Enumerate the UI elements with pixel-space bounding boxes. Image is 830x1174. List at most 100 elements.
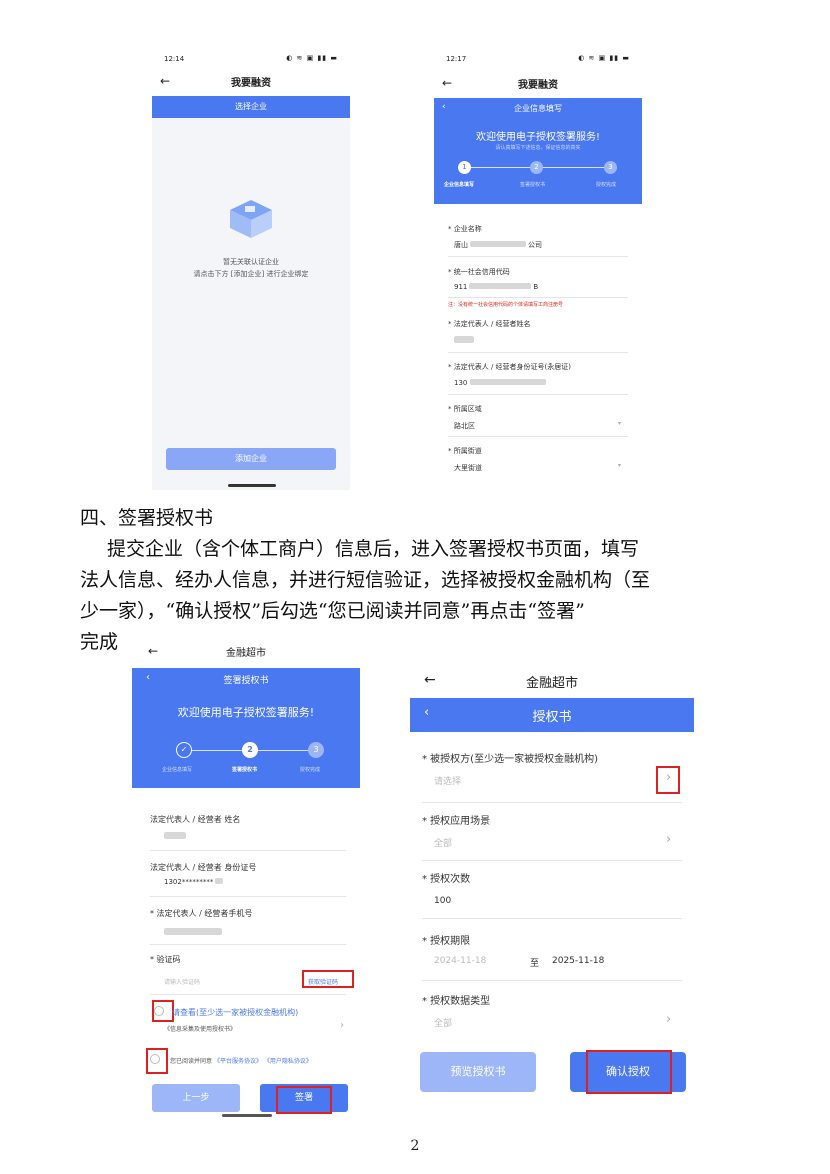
step-2-icon: 2 <box>242 742 258 758</box>
header-bar: ‹ 授权书 <box>410 698 694 732</box>
add-company-label: 添加企业 <box>235 454 267 463</box>
period-end[interactable]: 2025-11-18 <box>552 956 604 966</box>
field-region-label: * 所属区域 <box>448 405 482 413</box>
view-institution-label[interactable]: 请查看(至少选一家被授权金融机构) <box>172 1007 298 1018</box>
paragraph-line-4: 完成 <box>80 631 119 653</box>
progress-header: ‹ 企业信息填写 欢迎使用电子授权签署服务! 请认真填写下述信息，保证信息的真实… <box>434 98 642 204</box>
step-2-label: 签署授权书 <box>520 182 546 188</box>
welcome-text: 欢迎使用电子授权签署服务! <box>177 706 315 719</box>
add-company-button[interactable]: 添加企业 <box>166 448 336 470</box>
field-legal-name-value[interactable] <box>454 336 474 343</box>
sign-button-highlight <box>276 1086 332 1114</box>
field-region-value[interactable]: 路北区 <box>454 421 475 431</box>
agree-checkbox-highlight <box>146 1048 168 1074</box>
welcome-subtext: 请认真填写下述信息，保证信息的真实 <box>495 145 581 151</box>
field-legal-name-label: * 法定代表人 / 经营者姓名 <box>448 320 531 328</box>
field-company-name-label: * 企业名称 <box>448 225 482 233</box>
status-bar: 12:14 ◐ ≋ ▣ ▮▮ ▬ <box>150 48 352 72</box>
nav-title: 我要融资 <box>518 80 558 91</box>
screenshot-select-company: 12:14 ◐ ≋ ▣ ▮▮ ▬ ← 我要融资 选择企业 暂无关联认证企业 请点… <box>150 48 352 490</box>
data-type-label: * 授权数据类型 <box>422 996 491 1007</box>
count-value[interactable]: 100 <box>434 896 451 906</box>
prev-step-label: 上一步 <box>182 1093 210 1103</box>
nav-title: 金融超市 <box>226 648 266 659</box>
data-type-value[interactable]: 全部 <box>434 1016 452 1029</box>
tab-select-company[interactable]: 选择企业 <box>152 96 350 118</box>
legal-name-label: 法定代表人 / 经营者 姓名 <box>150 815 241 824</box>
phone-value[interactable] <box>164 928 222 935</box>
step-2-icon: 2 <box>530 161 543 174</box>
progress-header: ‹ 签署授权书 欢迎使用电子授权签署服务! ✓ 2 3 企业信息填写 签署授权书… <box>132 668 360 788</box>
period-label: * 授权期限 <box>422 936 471 947</box>
grantee-label: * 被授权方(至少选一家被授权金融机构) <box>422 754 598 765</box>
step-3-icon: 3 <box>308 742 324 758</box>
header-title: 企业信息填写 <box>514 104 562 113</box>
header-title: 授权书 <box>532 710 572 725</box>
confirm-button-highlight <box>586 1050 672 1094</box>
institution-checkbox-highlight <box>152 1000 174 1022</box>
field-street-value[interactable]: 大里街道 <box>454 463 482 473</box>
back-arrow-icon[interactable]: ← <box>160 74 170 88</box>
agree-prefix: 您已阅读并同意 <box>170 1058 213 1065</box>
grantee-select[interactable]: 请选择 <box>434 774 461 787</box>
nav-title: 我要融资 <box>231 78 271 89</box>
id-number-value: 1302********* <box>164 878 224 886</box>
count-label: * 授权次数 <box>422 874 471 885</box>
empty-box-icon <box>220 196 282 240</box>
header-title: 签署授权书 <box>223 676 269 686</box>
back-arrow-icon[interactable]: ← <box>424 672 436 688</box>
step-3-icon: 3 <box>604 161 617 174</box>
nav-bar: ← 我要融资 <box>432 76 644 98</box>
preview-label: 预览授权书 <box>450 1065 506 1078</box>
nav-bar: ← 我要融资 <box>150 74 352 96</box>
paragraph-line-2: 法人信息、经办人信息，并进行短信验证，选择被授权金融机构（至 <box>80 569 651 591</box>
empty-line-1: 暂无关联认证企业 <box>223 258 279 266</box>
status-time: 12:14 <box>164 55 185 63</box>
step-1-label: 企业信息填写 <box>162 767 193 773</box>
step-3-label: 授权完成 <box>300 767 321 773</box>
service-agreement-link[interactable]: 《平台服务协议》 <box>214 1058 262 1065</box>
scenario-value[interactable]: 全部 <box>434 836 452 849</box>
period-start[interactable]: 2024-11-18 <box>434 956 486 966</box>
nav-title: 金融超市 <box>525 676 578 691</box>
step-2-label: 签署授权书 <box>232 767 258 773</box>
back-arrow-icon[interactable]: ← <box>442 76 452 90</box>
agree-text: 您已阅读并同意 《平台服务协议》 《用户隐私协议》 <box>170 1056 312 1065</box>
back-arrow-icon[interactable]: ← <box>148 644 158 658</box>
privacy-agreement-link[interactable]: 《用户隐私协议》 <box>264 1058 312 1065</box>
nav-bar: ← 金融超市 <box>132 644 360 666</box>
field-credit-code-value[interactable]: 911 B <box>454 283 538 291</box>
status-icons: ◐ ≋ ▣ ▮▮ ▬ <box>286 54 338 62</box>
prev-step-button[interactable]: 上一步 <box>152 1084 240 1112</box>
chevron-right-icon[interactable]: › <box>340 1020 344 1031</box>
field-credit-code-label: * 统一社会信用代码 <box>448 268 510 276</box>
legal-name-value <box>164 832 186 839</box>
screenshot-company-info: 12:17 ◐ ≋ ▣ ▮▮ ▬ ← 我要融资 ‹ 企业信息填写 欢迎使用电子授… <box>432 48 644 478</box>
region-dropdown-icon[interactable]: ▾ <box>618 420 621 427</box>
scenario-chevron-icon[interactable]: › <box>666 832 671 847</box>
step-3-label: 授权完成 <box>596 182 617 188</box>
content-area <box>152 118 350 490</box>
step-1-check-icon: ✓ <box>176 742 192 758</box>
id-number-label: 法定代表人 / 经营者 身份证号 <box>150 863 257 872</box>
verify-code-input[interactable]: 请输入验证码 <box>164 977 200 986</box>
section-heading: 四、签署授权书 <box>80 507 214 529</box>
tab-label: 选择企业 <box>235 102 267 111</box>
step-1-icon: 1 <box>458 161 471 174</box>
status-time: 12:17 <box>446 55 467 63</box>
phone-label: * 法定代表人 / 经营者手机号 <box>150 909 253 918</box>
street-dropdown-icon[interactable]: ▾ <box>618 462 621 469</box>
welcome-text: 欢迎使用电子授权签署服务! <box>475 132 600 143</box>
status-bar: 12:17 ◐ ≋ ▣ ▮▮ ▬ <box>432 48 644 72</box>
field-id-number-value[interactable]: 130 <box>454 379 547 387</box>
authorization-doc-link[interactable]: 《信息采集及使用授权书》 <box>164 1024 236 1033</box>
data-type-chevron-icon[interactable]: › <box>666 1012 671 1027</box>
preview-button[interactable]: 预览授权书 <box>420 1052 536 1092</box>
field-company-name-value[interactable]: 唐山 公司 <box>454 240 542 250</box>
empty-line-2: 请点击下方 [添加企业] 进行企业绑定 <box>193 270 309 278</box>
credit-code-note: 注：没有统一社会信用代码的个体请填写工商注册号 <box>448 302 564 308</box>
grantee-chevron-highlight <box>656 766 680 794</box>
paragraph-line-1: 提交企业（含个体工商户）信息后，进入签署授权书页面，填写 <box>107 538 640 560</box>
status-icons: ◐ ≋ ▣ ▮▮ ▬ <box>578 54 630 62</box>
paragraph-line-3: 少一家），“确认授权”后勾选“您已阅读并同意”再点击“签署” <box>80 600 585 622</box>
